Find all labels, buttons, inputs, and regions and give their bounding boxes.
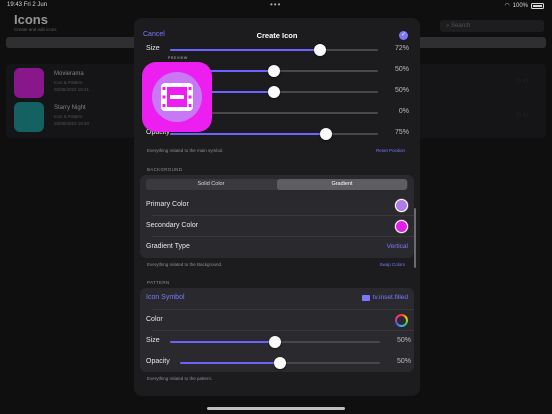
scrollbar[interactable]: [414, 208, 416, 268]
status-bar: 19:43 Fri 2 Jun ••• ◠ 100%: [0, 0, 552, 12]
slider-thumb[interactable]: [268, 65, 280, 77]
slider-thumb[interactable]: [313, 44, 326, 56]
search-icon: ⌕: [446, 23, 450, 29]
item-date: 02/06/2023 19:41: [54, 87, 90, 92]
status-time: 19:43 Fri 2 Jun: [7, 2, 48, 8]
symbol-opacity-percent: 75%: [394, 129, 409, 136]
pattern-color-label: Color: [146, 316, 163, 323]
multitasking-dots-icon[interactable]: •••: [270, 0, 281, 9]
home-indicator[interactable]: [207, 407, 345, 410]
slider-thumb[interactable]: [269, 336, 281, 348]
search-input[interactable]: ⌕ Search: [440, 20, 544, 32]
icon-symbol-value[interactable]: tv.inset.filled: [361, 294, 408, 301]
symbol-rotation-percent: 0%: [398, 108, 409, 115]
symbol-offset-x-percent: 50%: [394, 66, 409, 73]
gradient-type-row[interactable]: Gradient Type Vertical: [140, 237, 414, 258]
symbol-size-label: Size: [146, 45, 160, 52]
pattern-card: Icon Symbol tv.inset.filled Color Size 5…: [140, 288, 414, 372]
pattern-size-label: Size: [146, 337, 160, 344]
secondary-color-label: Secondary Color: [146, 222, 199, 229]
app-subtitle: Create and edit icons: [14, 27, 57, 32]
secondary-color-row[interactable]: Secondary Color: [140, 216, 414, 237]
app-title: Icons: [14, 12, 48, 27]
preview-label: PREVIEW: [168, 56, 188, 60]
item-name: Starry Night: [54, 105, 86, 111]
primary-color-well[interactable]: [395, 199, 408, 212]
pattern-color-well[interactable]: [395, 314, 408, 327]
background-type-segment[interactable]: Solid Color Gradient: [146, 179, 408, 190]
icon-symbol-label: Icon Symbol: [146, 294, 185, 301]
segment-solid-color[interactable]: Solid Color: [146, 179, 276, 190]
secondary-color-well[interactable]: [395, 220, 408, 233]
background-footer-note: Everything related to the Background.: [147, 262, 223, 267]
pattern-opacity-row: Opacity 50%: [140, 352, 414, 373]
sheet-header: Cancel Create Icon ✓: [134, 18, 420, 40]
tv-icon: [361, 294, 370, 301]
primary-color-label: Primary Color: [146, 201, 189, 208]
item-date: 02/06/2023 19:40: [54, 121, 90, 126]
symbol-size-percent: 72%: [394, 45, 409, 52]
primary-color-row[interactable]: Primary Color: [140, 195, 414, 216]
slider-thumb[interactable]: [268, 86, 280, 98]
pattern-opacity-percent: 50%: [396, 358, 411, 365]
wifi-icon: ◠: [504, 3, 510, 9]
item-kind: Icon & Pattern: [54, 80, 83, 85]
symbol-opacity-slider[interactable]: [170, 128, 378, 140]
background-section-header: BACKGROUND: [147, 167, 183, 172]
gradient-type-value[interactable]: Vertical: [387, 243, 408, 250]
icon-preview: [142, 62, 212, 132]
item-kind: Icon & Pattern: [54, 114, 83, 119]
pattern-color-row[interactable]: Color: [140, 310, 414, 331]
icon-thumbnail: [14, 102, 44, 132]
create-icon-sheet: Cancel Create Icon ✓ Size 72% 50% 50% 0%…: [134, 18, 420, 396]
battery-status: ◠ 100%: [504, 2, 544, 9]
reset-position-button[interactable]: Reset Position: [376, 148, 405, 153]
item-name: Movierama: [54, 71, 84, 77]
swap-colors-button[interactable]: Swap Colors: [379, 262, 405, 267]
pattern-size-percent: 50%: [396, 337, 411, 344]
symbol-footer-note: Everything related to the main symbol.: [147, 148, 224, 153]
pattern-section-header: PATTERN: [147, 280, 170, 285]
background-card: Solid Color Gradient Primary Color Secon…: [140, 175, 414, 258]
share-icon[interactable]: ◌ ◌: [516, 110, 528, 119]
share-icon[interactable]: ◌ ◌: [516, 76, 528, 85]
segment-gradient[interactable]: Gradient: [277, 179, 407, 190]
gradient-type-label: Gradient Type: [146, 243, 190, 250]
icon-symbol-row[interactable]: Icon Symbol tv.inset.filled: [140, 288, 414, 309]
pattern-opacity-label: Opacity: [146, 358, 170, 365]
battery-icon: [531, 2, 544, 9]
film-icon: [161, 83, 193, 111]
pattern-size-row: Size 50%: [140, 331, 414, 352]
battery-percent: 100%: [512, 2, 528, 9]
pattern-opacity-slider[interactable]: [180, 357, 380, 369]
pattern-size-slider[interactable]: [170, 336, 380, 348]
slider-thumb[interactable]: [320, 128, 332, 140]
slider-thumb[interactable]: [274, 357, 286, 369]
icon-thumbnail: [14, 68, 44, 98]
pattern-footer-note: Everything related to the pattern.: [147, 376, 213, 381]
symbol-offset-y-percent: 50%: [394, 87, 409, 94]
symbol-size-slider[interactable]: [170, 44, 378, 56]
